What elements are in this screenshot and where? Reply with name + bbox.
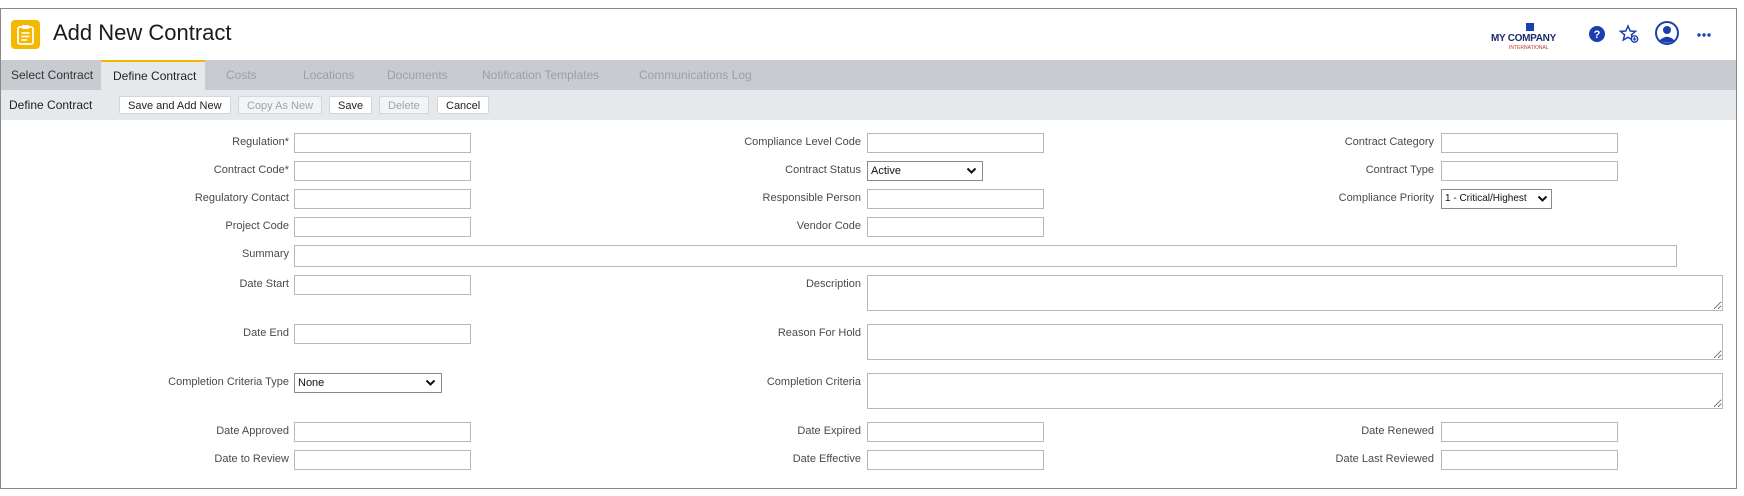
date-effective-field[interactable] <box>867 450 1044 470</box>
cancel-button[interactable]: Cancel <box>437 96 490 114</box>
tab-documents[interactable]: Documents <box>377 60 458 90</box>
date-effective-label: Date Effective <box>792 453 861 465</box>
chevron-down-icon <box>966 167 977 174</box>
completion-criteria-label: Completion Criteria <box>766 376 861 388</box>
date-end-field[interactable] <box>294 324 471 344</box>
reason-for-hold-label: Reason For Hold <box>777 327 861 339</box>
project-code-label: Project Code <box>225 220 289 232</box>
date-last-reviewed-label: Date Last Reviewed <box>1335 453 1434 465</box>
save-and-add-new-button[interactable]: Save and Add New <box>119 96 231 114</box>
chevron-down-icon <box>1537 195 1548 202</box>
completion-criteria-field[interactable] <box>867 373 1723 409</box>
vendor-code-label: Vendor Code <box>796 220 861 232</box>
compliance-priority-label: Compliance Priority <box>1338 192 1434 204</box>
compliance-priority-value: 1 - Critical/Highest <box>1445 193 1527 204</box>
tab-locations[interactable]: Locations <box>293 60 364 90</box>
compliance-level-code-label: Compliance Level Code <box>744 136 861 148</box>
tab-costs[interactable]: Costs <box>216 60 267 90</box>
date-start-label: Date Start <box>239 278 289 290</box>
contract-type-label: Contract Type <box>1365 164 1434 176</box>
page-title: Add New Contract <box>53 20 232 45</box>
compliance-level-code-field[interactable] <box>867 133 1044 153</box>
date-expired-field[interactable] <box>867 422 1044 442</box>
action-toolbar: Define Contract Save and Add New Copy As… <box>1 90 1736 120</box>
chevron-down-icon <box>425 379 436 386</box>
vendor-code-field[interactable] <box>867 217 1044 237</box>
date-approved-field[interactable] <box>294 422 471 442</box>
reason-for-hold-field[interactable] <box>867 324 1723 360</box>
contract-status-value: Active <box>871 165 901 177</box>
summary-field[interactable] <box>294 245 1677 267</box>
project-code-field[interactable] <box>294 217 471 237</box>
date-start-field[interactable] <box>294 275 471 295</box>
completion-criteria-type-value: None <box>298 377 325 389</box>
contract-type-field[interactable] <box>1441 161 1618 181</box>
favorites-star-icon[interactable] <box>1618 23 1640 45</box>
help-icon[interactable]: ? <box>1586 23 1608 45</box>
brand-name: MY COMPANY <box>1491 33 1556 44</box>
description-label: Description <box>805 278 861 290</box>
responsible-person-label: Responsible Person <box>762 192 861 204</box>
tab-bar: Select Contract Define Contract Costs Lo… <box>1 60 1736 90</box>
copy-as-new-button[interactable]: Copy As New <box>238 96 323 114</box>
user-avatar-icon[interactable] <box>1654 20 1680 46</box>
description-field[interactable] <box>867 275 1723 311</box>
date-to-review-field[interactable] <box>294 450 471 470</box>
logo-mark <box>1526 23 1534 31</box>
regulation-field[interactable] <box>294 133 471 153</box>
header-bar: Add New Contract MY COMPANY INTERNATIONA… <box>1 9 1736 59</box>
tab-define-contract[interactable]: Define Contract <box>101 60 205 90</box>
responsible-person-field[interactable] <box>867 189 1044 209</box>
svg-text:?: ? <box>1594 29 1601 41</box>
completion-criteria-type-label: Completion Criteria Type <box>168 376 289 388</box>
brand-subtitle: INTERNATIONAL <box>1509 45 1549 51</box>
contract-status-select[interactable]: Active <box>867 161 983 181</box>
tab-notification-templates[interactable]: Notification Templates <box>472 60 609 90</box>
contract-code-field[interactable] <box>294 161 471 181</box>
regulation-label: Regulation* <box>232 136 289 148</box>
delete-button[interactable]: Delete <box>379 96 429 114</box>
app-window: Add New Contract MY COMPANY INTERNATIONA… <box>0 8 1737 489</box>
contract-category-label: Contract Category <box>1344 136 1434 148</box>
save-button[interactable]: Save <box>329 96 373 114</box>
date-end-label: Date End <box>243 327 289 339</box>
toolbar-title: Define Contract <box>9 98 93 112</box>
tab-select-contract[interactable]: Select Contract <box>1 60 103 90</box>
completion-criteria-type-select[interactable]: None <box>294 373 442 393</box>
regulatory-contact-field[interactable] <box>294 189 471 209</box>
tab-communications-log[interactable]: Communications Log <box>629 60 762 90</box>
date-approved-label: Date Approved <box>216 425 289 437</box>
more-options-icon[interactable] <box>1693 23 1715 45</box>
date-expired-label: Date Expired <box>797 425 861 437</box>
company-logo: MY COMPANY INTERNATIONAL <box>1491 23 1571 51</box>
compliance-priority-select[interactable]: 1 - Critical/Highest <box>1441 189 1552 209</box>
date-to-review-label: Date to Review <box>214 453 289 465</box>
contract-status-label: Contract Status <box>785 164 861 176</box>
clipboard-icon <box>11 20 40 49</box>
contract-category-field[interactable] <box>1441 133 1618 153</box>
date-renewed-label: Date Renewed <box>1361 425 1434 437</box>
date-last-reviewed-field[interactable] <box>1441 450 1618 470</box>
regulatory-contact-label: Regulatory Contact <box>194 192 289 204</box>
date-renewed-field[interactable] <box>1441 422 1618 442</box>
summary-label: Summary <box>241 248 289 260</box>
contract-code-label: Contract Code* <box>213 164 289 176</box>
